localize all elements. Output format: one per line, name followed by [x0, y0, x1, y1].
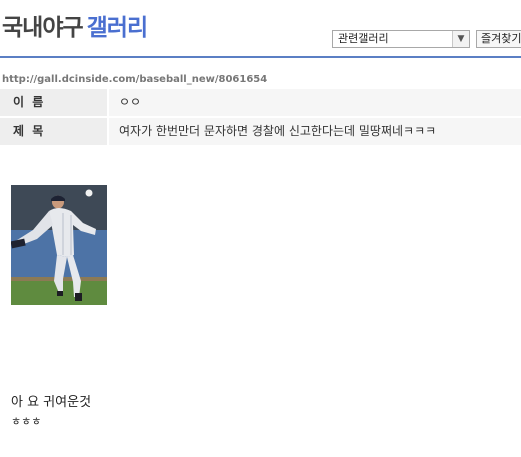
post-image-pitcher[interactable] [11, 185, 107, 305]
header-divider [0, 56, 521, 58]
chevron-down-icon: ▼ [452, 31, 469, 47]
author-label: 이 름 [0, 89, 107, 116]
related-gallery-select-value: 관련갤러리 [338, 32, 389, 45]
post-url[interactable]: http://gall.dcinside.com/baseball_new/80… [2, 74, 267, 85]
logo-text-main: 국내야구 [2, 15, 84, 41]
page-header: 국내야구 갤러리 관련갤러리 ▼ 즐겨찾기 [0, 0, 521, 58]
post-title: 여자가 한번만더 문자하면 경찰에 신고한다는데 밀땅쩌네ㅋㅋㅋ [109, 118, 521, 145]
title-row: 제 목 여자가 한번만더 문자하면 경찰에 신고한다는데 밀땅쩌네ㅋㅋㅋ [0, 118, 521, 145]
related-gallery-select[interactable]: 관련갤러리 ▼ [332, 30, 470, 48]
post-info-table: 이 름 ㅇㅇ 제 목 여자가 한번만더 문자하면 경찰에 신고한다는데 밀땅쩌네… [0, 89, 521, 147]
post-body-line: ㅎㅎㅎ [11, 415, 42, 428]
favorites-button[interactable]: 즐겨찾기 [476, 30, 521, 48]
author-value: ㅇㅇ [109, 89, 521, 116]
author-row: 이 름 ㅇㅇ [0, 89, 521, 116]
post-body-line: 아 요 귀여운것 [11, 395, 92, 410]
title-label: 제 목 [0, 118, 107, 145]
logo-text-gallery: 갤러리 [86, 15, 148, 41]
gallery-logo[interactable]: 국내야구 갤러리 [2, 8, 148, 42]
